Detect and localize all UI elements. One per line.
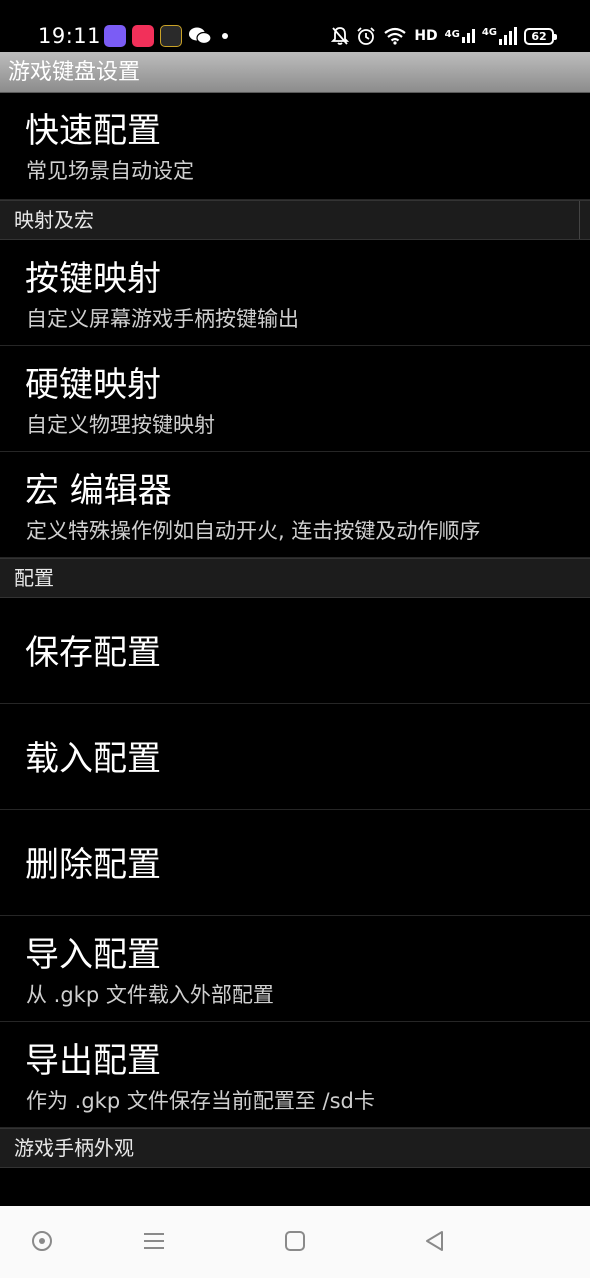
list-item-key-mapping[interactable]: 按键映射 自定义屏幕游戏手柄按键输出 — [0, 240, 590, 346]
hd-indicator: HD — [414, 28, 438, 44]
list-item-export-config[interactable]: 导出配置 作为 .gkp 文件保存当前配置至 /sd卡 — [0, 1022, 590, 1128]
battery-icon: 62 — [524, 27, 557, 45]
navigation-bar — [0, 1206, 590, 1278]
bell-off-icon — [331, 27, 350, 45]
item-title: 宏 编辑器 — [25, 471, 172, 511]
more-notifications-dot — [222, 33, 228, 39]
item-subtitle: 定义特殊操作例如自动开火, 连击按键及动作顺序 — [26, 519, 481, 543]
wechat-icon — [189, 27, 212, 45]
list-item-hardkey-mapping[interactable]: 硬键映射 自定义物理按键映射 — [0, 346, 590, 452]
app-icon-2 — [132, 25, 154, 47]
back-icon[interactable] — [424, 1230, 446, 1252]
item-title: 删除配置 — [25, 845, 161, 885]
app-icon-1 — [104, 25, 126, 47]
notification-icons — [104, 24, 228, 48]
settings-list: 快速配置 常见场景自动设定 映射及宏 按键映射 自定义屏幕游戏手柄按键输出 硬键… — [0, 94, 590, 1168]
list-item-macro-editor[interactable]: 宏 编辑器 定义特殊操作例如自动开火, 连击按键及动作顺序 — [0, 452, 590, 558]
section-header-config: 配置 — [0, 558, 590, 598]
item-title: 硬键映射 — [25, 365, 161, 405]
item-title: 导入配置 — [25, 935, 161, 975]
item-title: 保存配置 — [25, 633, 161, 673]
system-icons: HD 4G 4G 62 — [331, 24, 557, 48]
list-item-load-config[interactable]: 载入配置 — [0, 704, 590, 810]
status-bar: 19:11 HD 4G 4G 62 — [0, 0, 590, 52]
list-item-quick-config[interactable]: 快速配置 常见场景自动设定 — [0, 94, 590, 200]
item-title: 导出配置 — [25, 1041, 161, 1081]
section-header-mapping: 映射及宏 — [0, 200, 590, 240]
home-circle-icon[interactable] — [31, 1230, 53, 1252]
menu-icon[interactable] — [143, 1230, 165, 1252]
signal-2: 4G — [482, 27, 517, 45]
item-title: 载入配置 — [25, 739, 161, 779]
item-title: 按键映射 — [25, 259, 161, 299]
item-title: 快速配置 — [25, 111, 161, 151]
list-item-import-config[interactable]: 导入配置 从 .gkp 文件载入外部配置 — [0, 916, 590, 1022]
alarm-icon — [357, 27, 375, 45]
item-subtitle: 常见场景自动设定 — [26, 159, 194, 183]
clock: 19:11 — [38, 24, 102, 48]
list-item-delete-config[interactable]: 删除配置 — [0, 810, 590, 916]
wifi-icon — [384, 27, 406, 45]
item-subtitle: 自定义屏幕游戏手柄按键输出 — [26, 307, 299, 331]
app-icon-3 — [160, 25, 182, 47]
signal-1: 4G — [445, 29, 475, 43]
item-subtitle: 作为 .gkp 文件保存当前配置至 /sd卡 — [26, 1089, 375, 1113]
square-icon[interactable] — [284, 1230, 306, 1252]
item-subtitle: 自定义物理按键映射 — [26, 413, 215, 437]
title-bar: 游戏键盘设置 — [0, 52, 590, 93]
page-title: 游戏键盘设置 — [8, 60, 141, 85]
list-item-save-config[interactable]: 保存配置 — [0, 598, 590, 704]
section-header-gamepad-appearance: 游戏手柄外观 — [0, 1128, 590, 1168]
item-subtitle: 从 .gkp 文件载入外部配置 — [26, 983, 274, 1007]
divider — [579, 201, 580, 239]
